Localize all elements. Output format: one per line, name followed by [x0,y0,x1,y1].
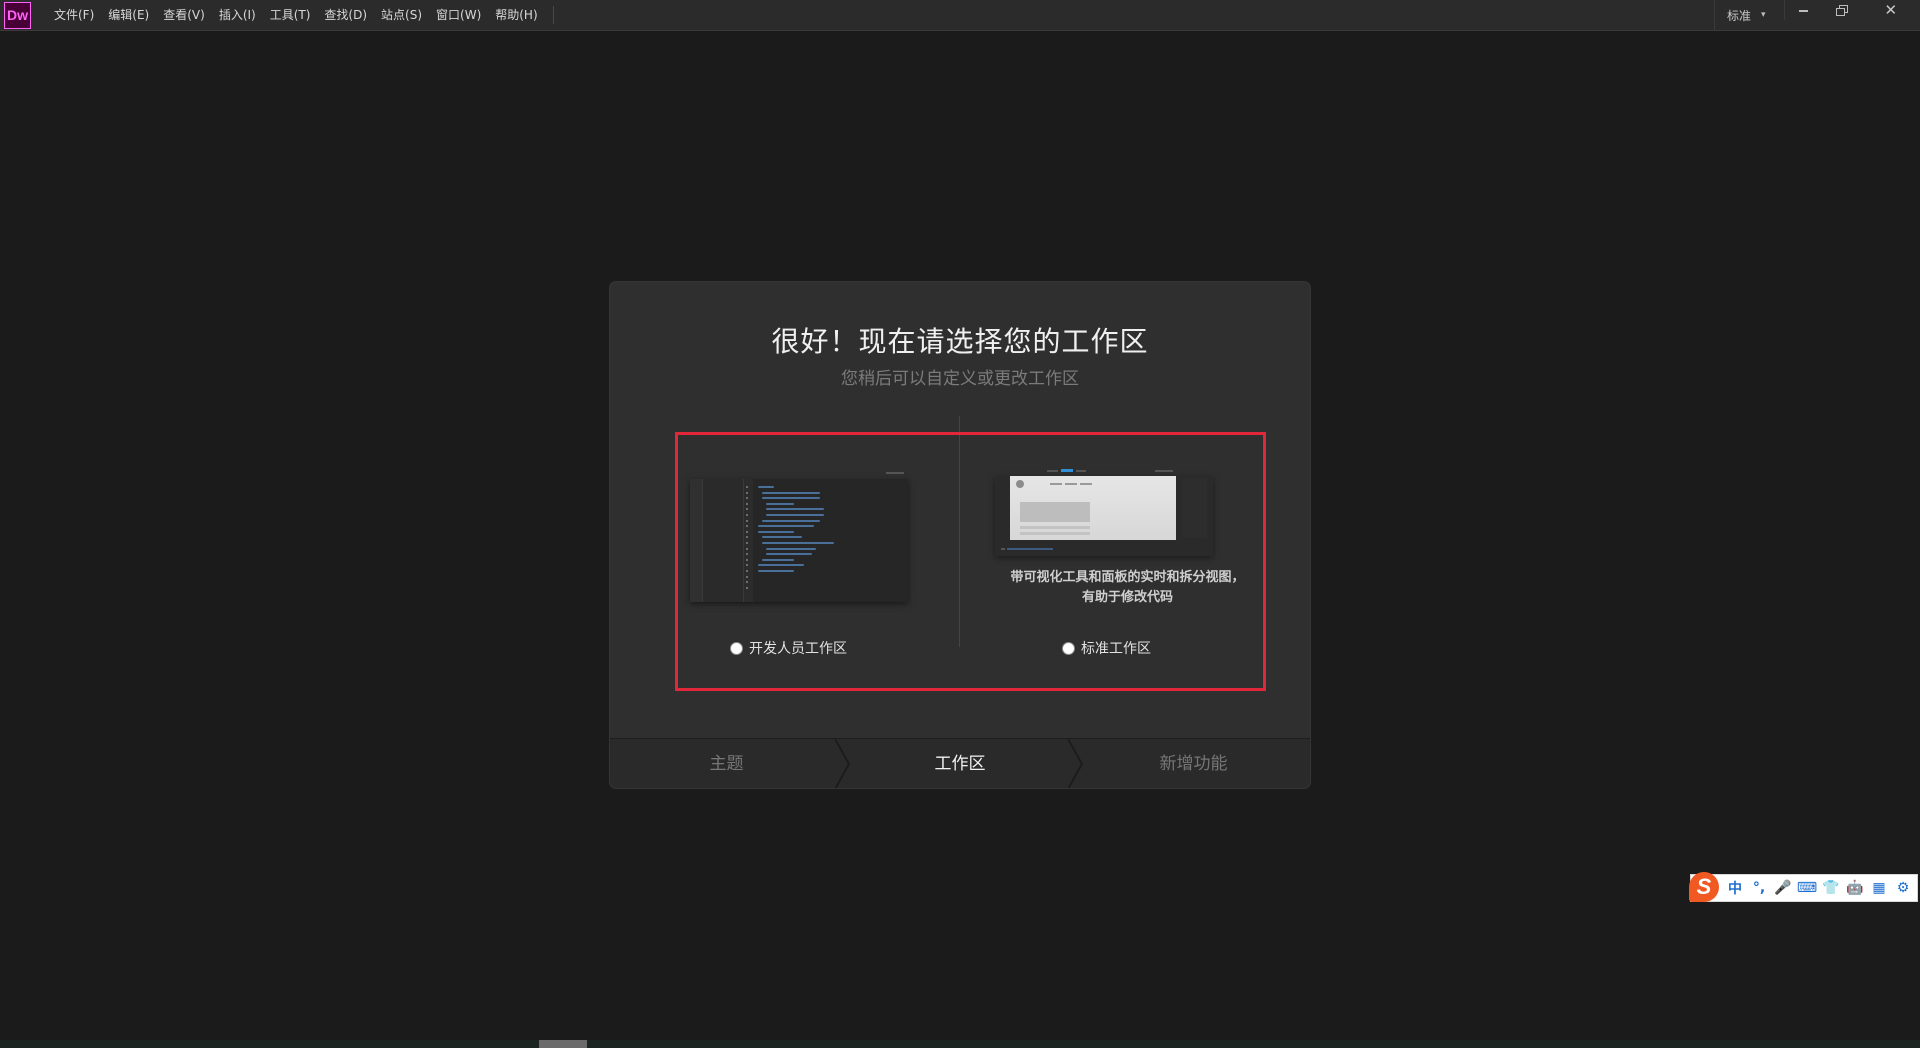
menu-divider [552,6,554,24]
workspace-setup-dialog: 很好！现在请选择您的工作区 您稍后可以自定义或更改工作区 带可视化工具和面板的实… [610,282,1310,788]
ime-toolbar: S 中 °, 🎤 ⌨ 👕 🤖 ▦ ⚙ [1689,872,1918,902]
minimize-icon [1799,10,1809,12]
ime-skin-icon[interactable]: 👕 [1819,875,1843,901]
ime-chinese-mode[interactable]: 中 [1723,875,1747,901]
taskbar-app-button[interactable] [539,1040,587,1048]
chevron-down-icon: ▾ [1761,10,1766,20]
menu-edit[interactable]: 编辑(E) [101,0,156,30]
sogou-logo[interactable]: S [1689,872,1719,902]
menu-site[interactable]: 站点(S) [374,0,429,30]
step-theme[interactable]: 主题 [610,739,843,788]
menu-help[interactable]: 帮助(H) [488,0,544,30]
ime-settings-icon[interactable]: ⚙ [1891,875,1915,901]
ime-punctuation-icon[interactable]: °, [1747,875,1771,901]
menu-view[interactable]: 查看(V) [156,0,212,30]
step-whats-new[interactable]: 新增功能 [1077,739,1310,788]
menu-bar: Dw 文件(F) 编辑(E) 查看(V) 插入(I) 工具(T) 查找(D) 站… [0,0,1920,31]
dialog-title: 很好！现在请选择您的工作区 [771,325,1149,358]
ime-keyboard-icon[interactable]: ⌨ [1795,875,1819,901]
restore-button[interactable] [1823,0,1861,20]
selection-highlight-box [675,432,1266,691]
dialog-subtitle: 您稍后可以自定义或更改工作区 [841,369,1079,389]
menu-file[interactable]: 文件(F) [47,0,101,30]
close-icon: ✕ [1884,1,1898,19]
menu-window[interactable]: 窗口(W) [429,0,488,30]
window-controls: ✕ [1784,0,1920,20]
minimize-button[interactable] [1785,0,1823,20]
main-menu: 文件(F) 编辑(E) 查看(V) 插入(I) 工具(T) 查找(D) 站点(S… [47,0,554,30]
menu-tools[interactable]: 工具(T) [263,0,318,30]
workspace-switcher-label: 标准 [1727,8,1752,23]
close-button[interactable]: ✕ [1861,0,1920,20]
setup-steps: 主题 工作区 新增功能 [610,738,1310,788]
step-workspace[interactable]: 工作区 [843,739,1077,788]
menu-insert[interactable]: 插入(I) [212,0,263,30]
restore-icon [1836,5,1849,16]
ime-microphone-icon[interactable]: 🎤 [1771,875,1795,901]
ime-toolbox-icon[interactable]: ▦ [1867,875,1891,901]
ime-assistant-icon[interactable]: 🤖 [1843,875,1867,901]
ime-items: 中 °, 🎤 ⌨ 👕 🤖 ▦ ⚙ [1723,875,1915,901]
workspace-switcher[interactable]: 标准 ▾ [1714,0,1784,30]
taskbar [0,1040,1920,1048]
dreamweaver-logo[interactable]: Dw [4,1,31,29]
menu-find[interactable]: 查找(D) [317,0,374,30]
